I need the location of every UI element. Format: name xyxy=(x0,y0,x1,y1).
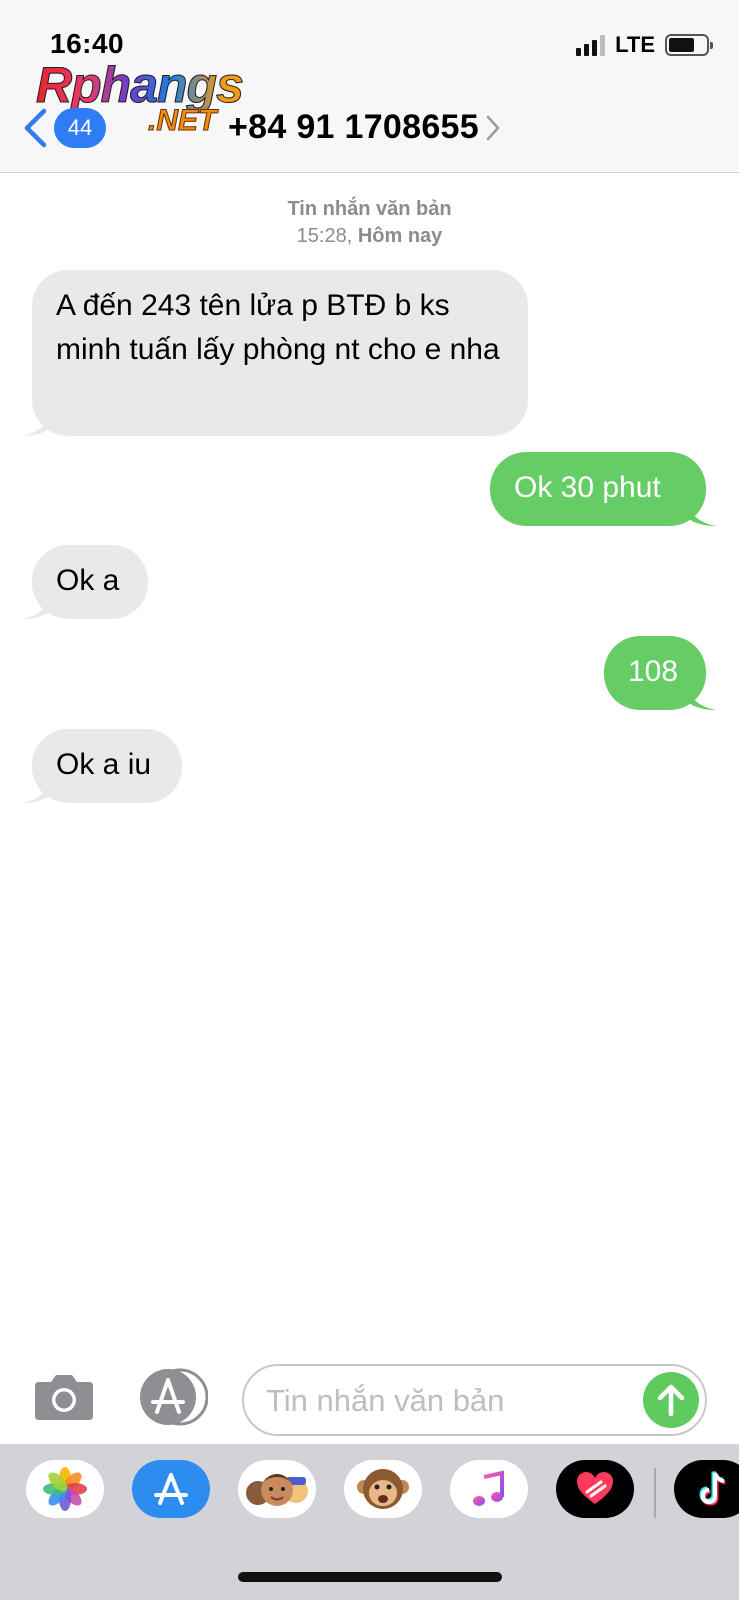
thread-info: Tin nhắn văn bản 15:28, Hôm nay xyxy=(0,196,739,250)
messages-screen: 16:40 LTE Rphangs .NET 44 +84 91 1708655… xyxy=(0,0,739,1600)
message-bubble-outgoing[interactable]: 108 xyxy=(604,636,716,710)
home-indicator[interactable] xyxy=(238,1572,502,1582)
camera-icon xyxy=(35,1375,93,1420)
bubble-tail xyxy=(22,591,50,619)
back-button[interactable]: 44 xyxy=(22,108,106,148)
status-indicators: LTE xyxy=(576,32,713,58)
apps-button[interactable] xyxy=(138,1368,209,1426)
composer-row xyxy=(0,1360,739,1438)
music-icon[interactable] xyxy=(450,1460,528,1518)
back-chevron-icon xyxy=(22,108,48,148)
message-bubble-incoming[interactable]: Ok a iu xyxy=(22,729,182,803)
thread-timestamp: 15:28, Hôm nay xyxy=(296,225,443,247)
message-input-field[interactable] xyxy=(242,1364,707,1436)
network-label: LTE xyxy=(615,32,655,57)
arrow-up-icon xyxy=(657,1384,685,1417)
app-store-icon xyxy=(140,1368,209,1426)
send-button[interactable] xyxy=(643,1372,699,1428)
drawer-divider xyxy=(654,1468,656,1518)
message-input[interactable] xyxy=(266,1380,636,1422)
watermark-domain: .NET xyxy=(147,104,217,138)
unread-count-badge: 44 xyxy=(54,108,106,148)
digital-touch-icon[interactable] xyxy=(556,1460,634,1518)
bubble-tail xyxy=(22,775,50,803)
bubble-tail xyxy=(22,408,50,436)
bubble-tail xyxy=(688,682,716,710)
message-bubble-incoming[interactable]: Ok a xyxy=(22,545,148,619)
signal-icon xyxy=(576,34,606,56)
camera-button[interactable] xyxy=(33,1372,95,1422)
animoji-icon[interactable] xyxy=(344,1460,422,1518)
bubble-tail xyxy=(688,498,716,526)
photos-icon[interactable] xyxy=(26,1460,104,1518)
tiktok-icon[interactable] xyxy=(674,1460,739,1518)
app-store-app-icon[interactable] xyxy=(132,1460,210,1518)
battery-icon xyxy=(665,34,713,56)
memoji-icon[interactable] xyxy=(238,1460,316,1518)
conversation-header: 16:40 LTE Rphangs .NET 44 +84 91 1708655 xyxy=(0,0,739,173)
message-bubble-outgoing[interactable]: Ok 30 phut xyxy=(490,452,716,526)
message-type-label: Tin nhắn văn bản xyxy=(287,198,452,220)
contact-title[interactable]: +84 91 1708655 xyxy=(228,108,501,147)
contact-number: +84 91 1708655 xyxy=(228,108,479,146)
chevron-right-icon xyxy=(485,114,501,142)
message-bubble-incoming[interactable]: A đến 243 tên lửa p BTĐ b ks minh tuấn l… xyxy=(22,270,528,436)
